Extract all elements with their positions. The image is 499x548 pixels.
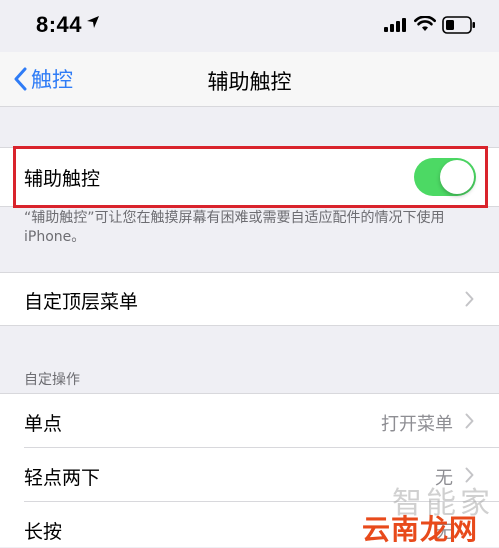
navigation-bar: 触控 辅助触控 bbox=[0, 52, 499, 107]
status-time: 8:44 bbox=[36, 12, 83, 37]
highlight-annotation bbox=[13, 146, 488, 208]
wifi-icon bbox=[414, 16, 436, 31]
status-bar: 8:44 bbox=[0, 0, 499, 52]
page-title: 辅助触控 bbox=[207, 70, 292, 94]
action-value: 打开菜单 bbox=[381, 414, 453, 435]
chevron-right-icon bbox=[465, 291, 474, 307]
action-label: 单点 bbox=[24, 413, 63, 435]
customize-top-menu-row[interactable]: 自定顶层菜单 bbox=[0, 272, 499, 326]
action-label: 长按 bbox=[24, 521, 63, 543]
chevron-right-icon bbox=[465, 413, 474, 429]
watermark-logo: 云南龙网 bbox=[362, 513, 479, 546]
assistive-touch-description: “辅助触控”可让您在触摸屏幕有困难或需要自适应配件的情况下使用 iPhone。 bbox=[24, 210, 445, 245]
customize-top-menu-label: 自定顶层菜单 bbox=[24, 291, 139, 313]
battery-icon bbox=[442, 16, 475, 34]
action-row-single-tap[interactable]: 单点 打开菜单 bbox=[0, 394, 499, 447]
cellular-signal-icon bbox=[384, 18, 406, 32]
location-arrow-icon bbox=[87, 16, 99, 28]
custom-actions-header: 自定操作 bbox=[24, 372, 80, 388]
action-label: 轻点两下 bbox=[24, 467, 101, 489]
